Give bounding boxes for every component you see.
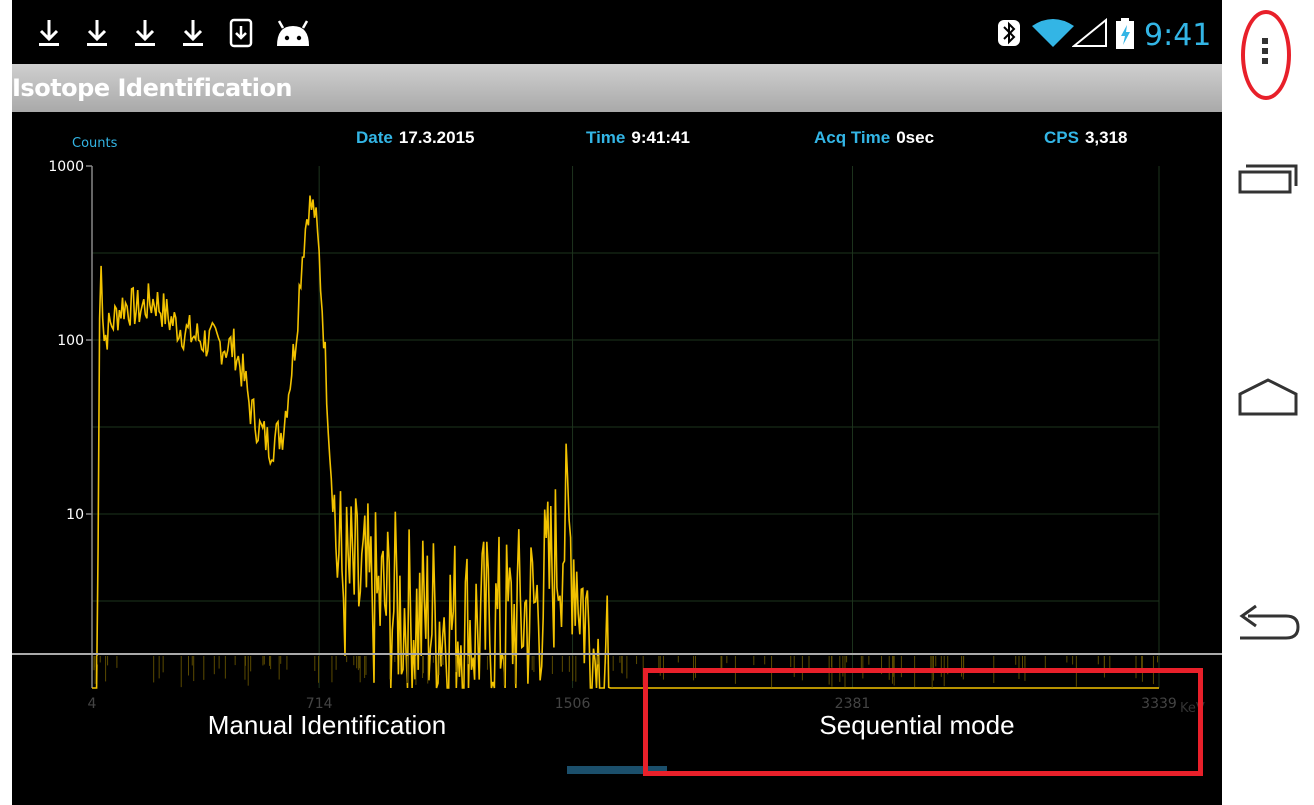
spectrum-line	[92, 195, 1159, 689]
manual-identification-button[interactable]: Manual Identification	[122, 700, 532, 750]
download-icon	[183, 20, 203, 46]
sequential-mode-highlight	[643, 668, 1203, 776]
overflow-menu-highlight	[1241, 10, 1291, 100]
status-bar: 9:41	[12, 0, 1222, 64]
recent-apps-icon[interactable]	[1222, 150, 1314, 200]
download-icon	[135, 20, 155, 46]
cell-signal-icon	[1072, 18, 1107, 47]
navigation-bar	[1222, 0, 1314, 805]
download-icon	[87, 20, 107, 46]
status-clock: 9:41	[1144, 18, 1212, 53]
download-icon	[39, 20, 59, 46]
y-axis-label: Counts	[72, 136, 118, 151]
battery-charging-icon	[1116, 18, 1134, 49]
x-tick-label: 1506	[555, 696, 591, 712]
y-tick-label: 10	[66, 507, 84, 523]
y-tick-label: 1000	[48, 159, 84, 175]
x-tick-label: 4	[88, 696, 97, 712]
app-title: Isotope Identification	[12, 74, 293, 102]
wifi-icon	[1032, 19, 1074, 47]
download-box-icon	[229, 18, 253, 48]
spectrum-chart: 100010010Counts4 714 1506 2381 3339 KeV	[12, 136, 1222, 716]
android-icon	[277, 20, 309, 46]
action-bar: Isotope Identification	[12, 64, 1222, 112]
y-tick-label: 100	[57, 333, 84, 349]
back-icon[interactable]	[1222, 602, 1314, 646]
bluetooth-icon	[998, 20, 1020, 46]
home-icon[interactable]	[1222, 376, 1314, 420]
